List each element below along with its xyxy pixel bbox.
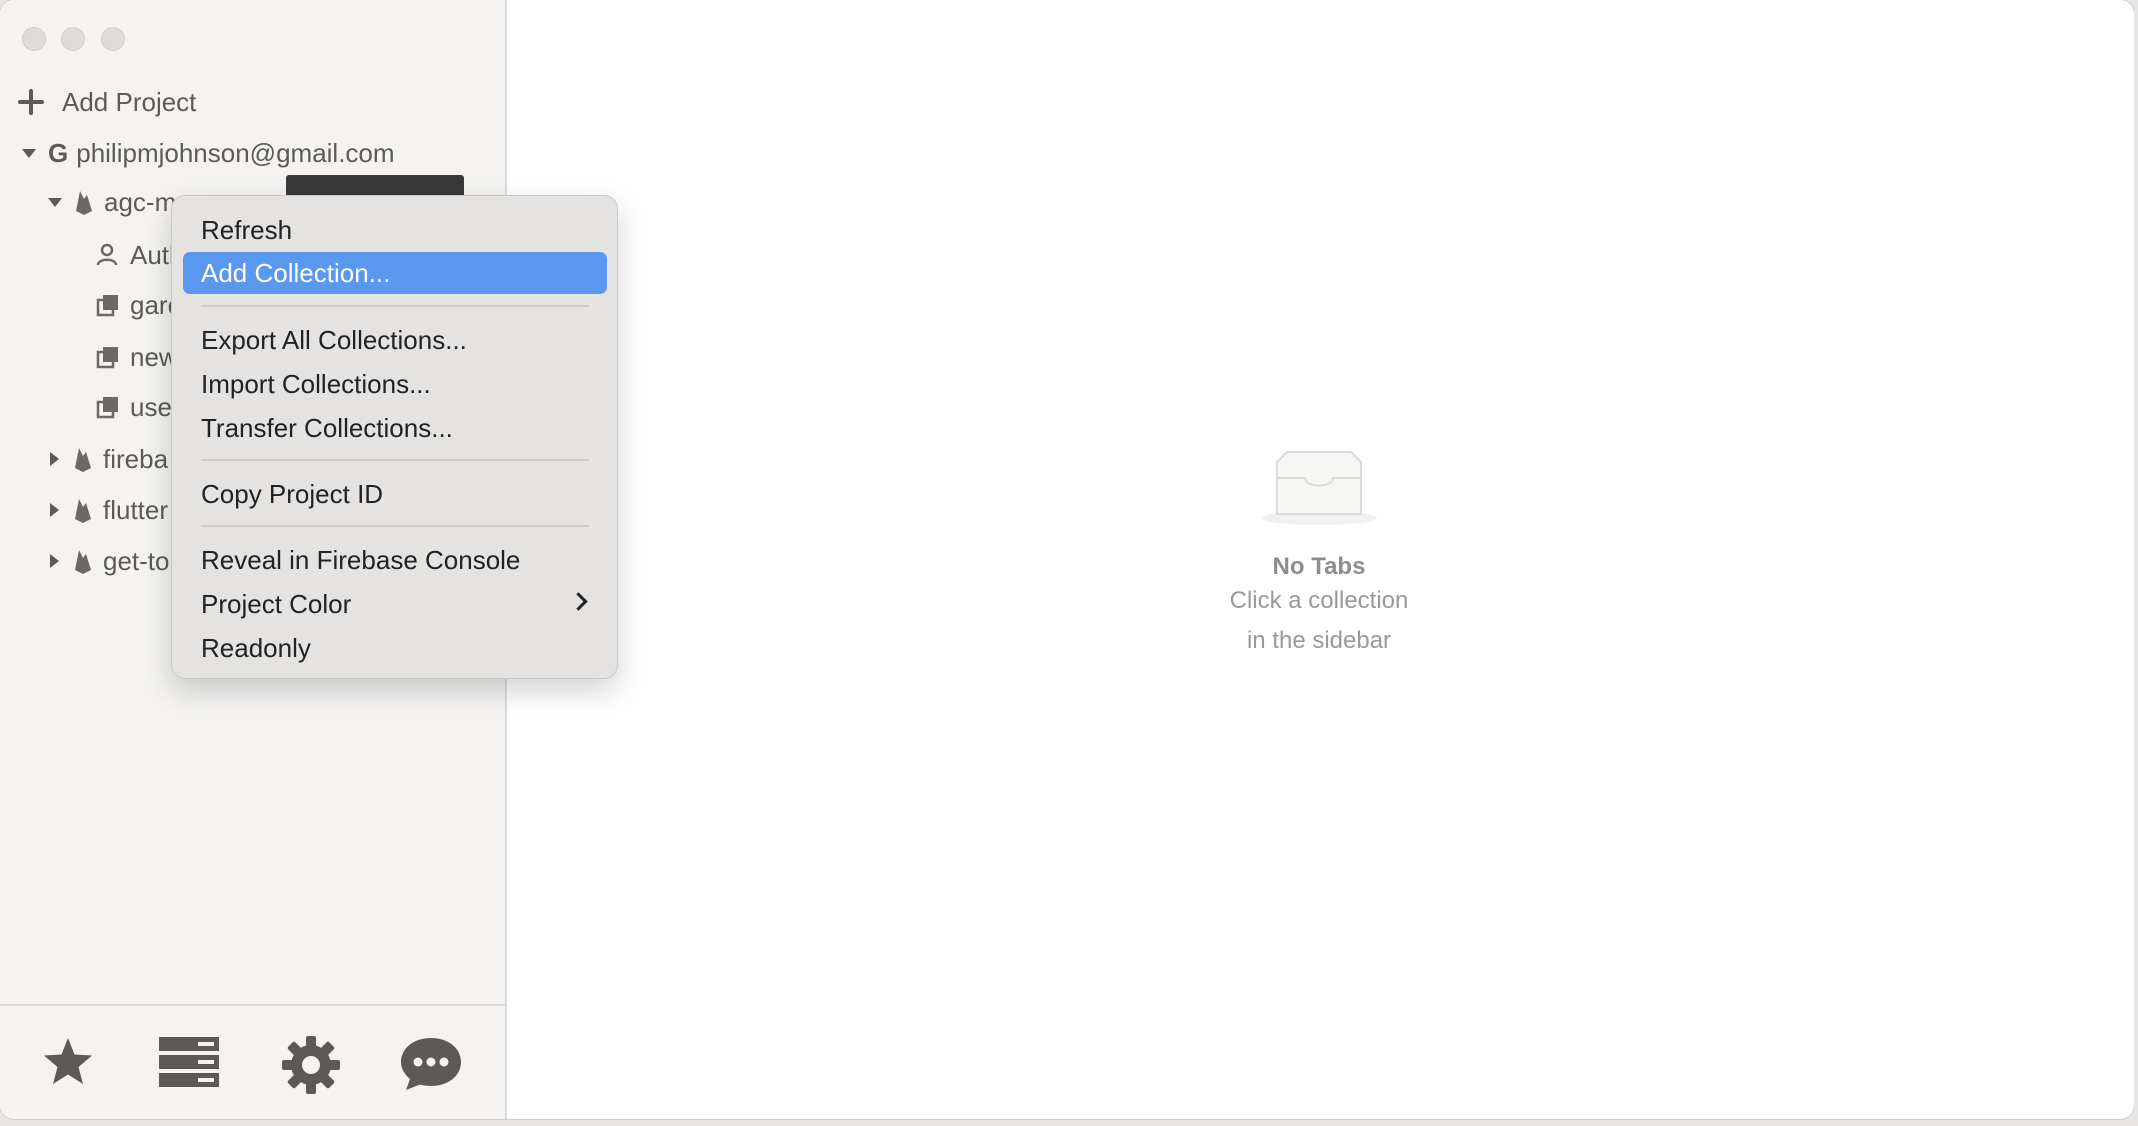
- menu-item-readonly[interactable]: Readonly: [183, 627, 607, 669]
- project-row-flutter[interactable]: flutter: [50, 490, 168, 530]
- chevron-down-icon[interactable]: [48, 197, 62, 207]
- app-window: Add Project G philipmjohnson@gmail.com a…: [0, 0, 2134, 1119]
- empty-state-title: No Tabs: [1272, 553, 1366, 580]
- project-row-get-to[interactable]: get-to: [50, 541, 170, 581]
- project-label: agc-m: [104, 186, 177, 217]
- project-label: flutter: [103, 494, 169, 525]
- project-row-firebase[interactable]: fireba: [50, 439, 168, 479]
- sidebar-item-collection[interactable]: use: [96, 387, 172, 427]
- project-row-agc[interactable]: agc-m: [48, 182, 176, 222]
- menu-item-export-all[interactable]: Export All Collections...: [183, 319, 607, 361]
- zoom-window-button[interactable]: [101, 27, 125, 51]
- add-project-button[interactable]: Add Project: [18, 82, 196, 122]
- menu-separator: [201, 525, 589, 527]
- minimize-window-button[interactable]: [61, 27, 85, 51]
- project-label: get-to: [103, 545, 170, 576]
- firebase-icon: [74, 189, 94, 215]
- project-label: fireba: [103, 443, 169, 474]
- chat-icon[interactable]: [400, 1036, 462, 1097]
- menu-item-label: Project Color: [201, 588, 352, 619]
- menu-separator: [201, 305, 589, 307]
- firebase-icon: [73, 497, 93, 523]
- plus-icon: [18, 89, 44, 115]
- star-icon[interactable]: [42, 1036, 94, 1093]
- collection-icon: [96, 293, 120, 317]
- menu-item-add-collection[interactable]: Add Collection...: [183, 252, 607, 294]
- chevron-right-icon: [569, 592, 588, 611]
- auth-icon: [96, 243, 120, 267]
- menu-item-transfer[interactable]: Transfer Collections...: [183, 407, 607, 449]
- window-edge: [2134, 0, 2138, 1126]
- sidebar-item-collection[interactable]: garc: [96, 285, 181, 325]
- menu-item-refresh[interactable]: Refresh: [183, 209, 607, 251]
- google-icon: G: [48, 137, 69, 168]
- sidebar-toolbar: [0, 1004, 507, 1119]
- close-window-button[interactable]: [22, 27, 46, 51]
- collection-icon: [96, 395, 120, 419]
- sidebar-item-label: Autl: [130, 239, 175, 270]
- menu-item-import[interactable]: Import Collections...: [183, 363, 607, 405]
- firebase-icon: [73, 548, 93, 574]
- inbox-icon: [1259, 448, 1379, 531]
- account-row[interactable]: G philipmjohnson@gmail.com: [22, 133, 395, 173]
- menu-separator: [201, 459, 589, 461]
- sidebar-item-auth[interactable]: Autl: [96, 235, 175, 275]
- menu-item-reveal-console[interactable]: Reveal in Firebase Console: [183, 539, 607, 581]
- chevron-right-icon[interactable]: [50, 503, 59, 517]
- chevron-right-icon[interactable]: [50, 554, 59, 568]
- menu-item-project-color[interactable]: Project Color: [183, 583, 607, 625]
- empty-state-line1: Click a collection: [1229, 587, 1409, 614]
- chevron-right-icon[interactable]: [50, 452, 59, 466]
- sidebar-item-collection[interactable]: new: [96, 337, 178, 377]
- gear-icon[interactable]: [282, 1036, 340, 1099]
- chevron-down-icon[interactable]: [22, 148, 36, 158]
- server-icon[interactable]: [158, 1036, 220, 1093]
- sidebar-item-label: use: [130, 391, 172, 422]
- menu-item-copy-project-id[interactable]: Copy Project ID: [183, 473, 607, 515]
- empty-state: No Tabs Click a collection in the sideba…: [1169, 448, 1469, 661]
- empty-state-line2: in the sidebar: [1246, 627, 1392, 654]
- collection-icon: [96, 345, 120, 369]
- context-menu: Refresh Add Collection... Export All Col…: [171, 195, 618, 679]
- add-project-label: Add Project: [62, 86, 197, 117]
- account-label: philipmjohnson@gmail.com: [76, 137, 395, 168]
- firebase-icon: [73, 446, 93, 472]
